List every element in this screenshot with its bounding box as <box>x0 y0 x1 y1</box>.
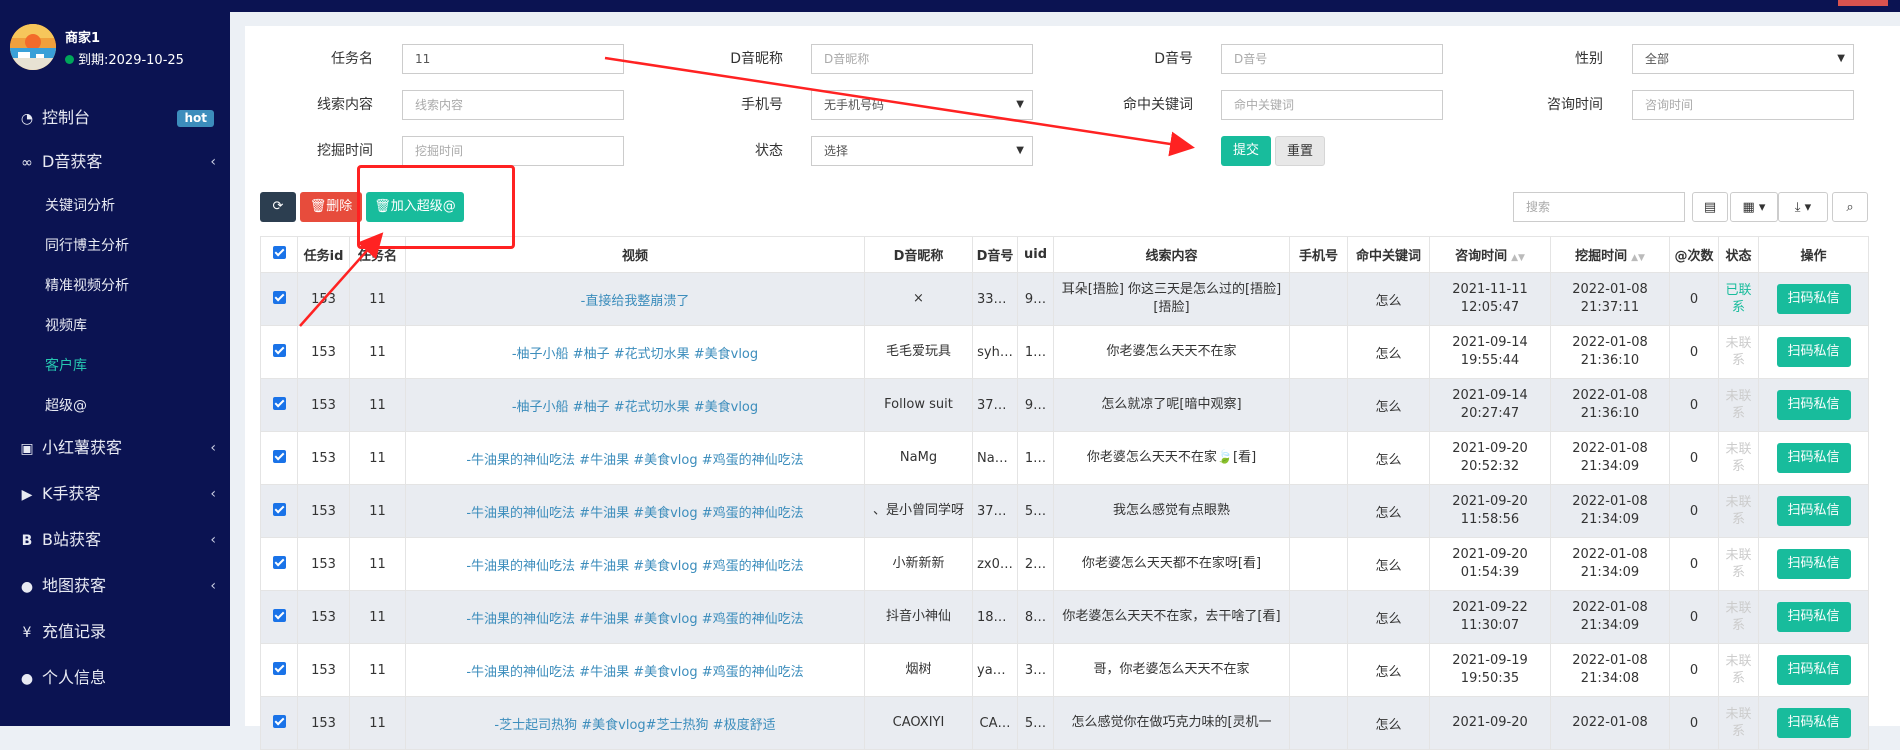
annotation-arrows <box>299 56 1195 327</box>
arrow-to-submit <box>604 56 1195 157</box>
arrow-to-add-button <box>299 232 384 327</box>
